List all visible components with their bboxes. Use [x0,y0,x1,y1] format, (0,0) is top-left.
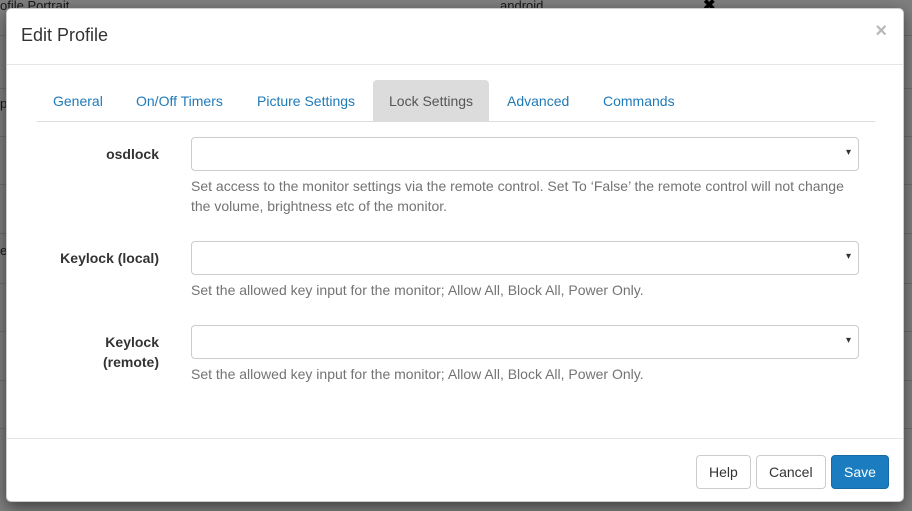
modal-footer: Help Cancel Save [7,438,903,503]
keylock-remote-label: Keylock (remote) [103,332,159,372]
tab-general[interactable]: General [37,80,119,120]
osdlock-help-text: Set access to the monitor settings via t… [191,178,844,214]
tab-advanced[interactable]: Advanced [491,80,585,120]
help-button[interactable]: Help [696,455,751,489]
keylock-remote-help-text: Set the allowed key input for the monito… [191,366,644,382]
keylock-local-label: Keylock (local) [60,250,159,266]
close-icon[interactable]: × [875,21,887,41]
keylock-remote-select[interactable]: ▾ [191,325,859,359]
chevron-down-icon: ▾ [845,251,851,262]
chevron-down-icon: ▾ [845,147,851,158]
tab-picture-settings[interactable]: Picture Settings [241,80,371,120]
keylock-local-help-text: Set the allowed key input for the monito… [191,282,644,298]
chevron-down-icon: ▾ [845,335,851,346]
keylock-remote-label-line1: Keylock [105,334,159,350]
modal-title: Edit Profile [21,25,109,45]
save-button[interactable]: Save [831,455,889,489]
keylock-local-select[interactable]: ▾ [191,241,859,275]
osdlock-select[interactable]: ▾ [191,137,859,171]
edit-profile-modal: Edit Profile × General On/Off Timers Pic… [6,8,904,502]
tab-lock-settings[interactable]: Lock Settings [373,80,490,121]
tab-commands[interactable]: Commands [587,80,691,120]
keylock-remote-label-line2: (remote) [102,354,159,370]
modal-header: Edit Profile × [7,9,903,65]
tab-on-off-timers[interactable]: On/Off Timers [120,80,239,120]
tab-bar: General On/Off Timers Picture Settings L… [37,80,875,122]
cancel-button[interactable]: Cancel [756,455,826,489]
osdlock-label: osdlock [106,146,159,162]
